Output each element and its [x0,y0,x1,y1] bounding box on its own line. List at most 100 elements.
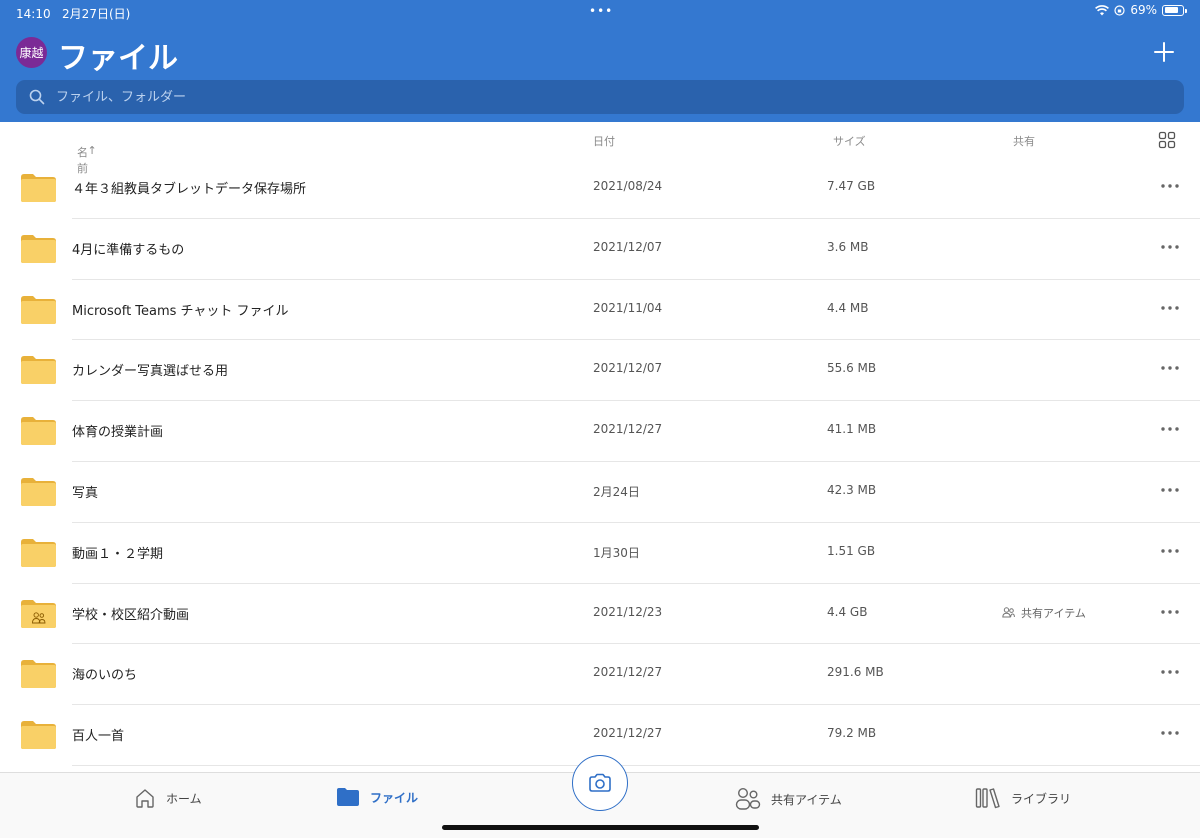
folder-icon [21,417,56,446]
tab-home-label: ホーム [166,791,202,806]
tab-files-label: ファイル [370,790,419,805]
list-item[interactable]: 写真 2月24日 42.3 MB [0,462,1200,523]
file-name: 海のいのち [72,668,138,684]
search-input[interactable] [56,89,1184,105]
more-options-icon[interactable] [1156,176,1184,196]
camera-button[interactable] [572,755,628,811]
column-shared-header[interactable]: 共有 [1013,133,1035,149]
tab-files[interactable]: ファイル [336,787,418,807]
search-bar[interactable] [16,80,1184,114]
folder-icon [21,477,56,506]
tab-shared-label: 共有アイテム [771,792,842,807]
more-options-icon[interactable] [1156,298,1184,318]
more-options-icon[interactable] [1156,358,1184,378]
file-name: 学校・校区紹介動画 [72,607,190,623]
list-item[interactable]: 学校・校区紹介動画 2021/12/23 4.4 GB 共有アイテム [0,584,1200,645]
folder-icon [21,174,56,202]
battery-icon [1162,4,1187,16]
file-size: 4.4 GB [827,604,868,619]
file-date: 2021/12/27 [593,726,663,741]
home-icon [136,789,154,808]
file-name: ４年３組教員タブレットデータ保存場所 [72,182,307,197]
file-size: 41.1 MB [827,422,877,437]
shared-status: 共有アイテム [1002,605,1086,621]
camera-icon [589,773,611,792]
folder-icon [21,599,56,628]
file-date: 2021/12/27 [593,665,663,680]
more-options-icon[interactable] [1156,541,1184,561]
shared-label: 共有アイテム [1021,606,1086,620]
avatar[interactable]: 康越 [16,37,47,68]
file-date: 2021/12/07 [593,239,663,254]
more-options-icon[interactable] [1156,662,1184,682]
folder-icon [21,234,56,263]
status-bar: 14:10 2月27日(日) ••• 69% [0,0,1200,24]
column-name-header[interactable]: 名前 ↑ [77,133,97,175]
tab-library-label: ライブラリ [1011,791,1072,806]
file-name: 4月に準備するもの [72,242,185,258]
file-date: 2021/12/27 [593,422,663,437]
page-title: ファイル [58,41,178,76]
tab-shared[interactable]: 共有アイテム [735,787,842,811]
folder-icon [21,538,56,567]
file-name: Microsoft Teams チャット ファイル [72,303,289,319]
more-options-icon[interactable] [1156,419,1184,439]
file-size: 55.6 MB [827,361,877,376]
file-size: 3.6 MB [827,239,869,254]
more-options-icon[interactable] [1156,723,1184,743]
sort-arrow-icon: ↑ [87,144,97,157]
wifi-icon [1095,4,1110,15]
file-name: 百人一首 [72,729,125,745]
grid-view-icon[interactable] [1158,131,1176,149]
more-options-icon[interactable] [1156,237,1184,257]
file-size: 4.4 MB [827,300,869,315]
file-list: ４年３組教員タブレットデータ保存場所 2021/08/24 7.47 GB 4月… [0,158,1200,766]
search-icon [29,89,45,105]
file-date: 2月24日 [593,484,640,499]
app-header: 14:10 2月27日(日) ••• 69% 康越 ファイル [0,0,1200,122]
file-name: 動画１・２学期 [72,546,164,562]
people-icon [1002,607,1015,618]
list-item[interactable]: 海のいのち 2021/12/27 291.6 MB [0,644,1200,705]
shared-people-icon [735,787,761,810]
folder-icon [21,660,56,689]
file-size: 79.2 MB [827,726,877,741]
file-name: 体育の授業計画 [72,425,164,441]
file-date: 1月30日 [593,545,640,560]
list-item[interactable]: 体育の授業計画 2021/12/27 41.1 MB [0,401,1200,462]
multitasking-dots-icon[interactable]: ••• [589,4,613,18]
orientation-lock-icon [1114,4,1125,16]
folder-icon [21,356,56,385]
status-time: 14:10 2月27日(日) [16,7,131,21]
tab-library[interactable]: ライブラリ [975,787,1071,809]
file-date: 2021/12/23 [593,604,663,619]
avatar-initials: 康越 [19,46,44,60]
file-size: 42.3 MB [827,482,877,497]
list-item[interactable]: Microsoft Teams チャット ファイル 2021/11/04 4.4… [0,280,1200,341]
list-item[interactable]: 4月に準備するもの 2021/12/07 3.6 MB [0,219,1200,280]
status-indicators: 69% [1095,3,1187,17]
file-date: 2021/11/04 [593,300,663,315]
more-options-icon[interactable] [1156,602,1184,622]
list-item[interactable]: 動画１・２学期 1月30日 1.51 GB [0,523,1200,584]
list-item[interactable]: カレンダー写真選ばせる用 2021/12/07 55.6 MB [0,340,1200,401]
file-size: 291.6 MB [827,665,884,680]
home-indicator [442,825,759,830]
add-icon[interactable] [1150,38,1178,66]
file-size: 7.47 GB [827,179,876,193]
file-date: 2021/08/24 [593,179,663,193]
more-options-icon[interactable] [1156,480,1184,500]
file-size: 1.51 GB [827,543,876,558]
column-header: 名前 ↑ 日付 サイズ 共有 [0,122,1200,175]
library-icon [975,788,1000,809]
column-size-header[interactable]: サイズ [833,133,866,149]
tab-home[interactable]: ホーム [134,787,202,809]
folder-icon [21,721,56,750]
column-date-header[interactable]: 日付 [593,133,615,149]
folder-filled-icon [337,788,359,806]
list-item[interactable]: ４年３組教員タブレットデータ保存場所 2021/08/24 7.47 GB [0,158,1200,219]
file-date: 2021/12/07 [593,361,663,376]
battery-percentage: 69% [1130,3,1157,17]
file-name: 写真 [72,485,99,501]
folder-icon [21,295,56,324]
